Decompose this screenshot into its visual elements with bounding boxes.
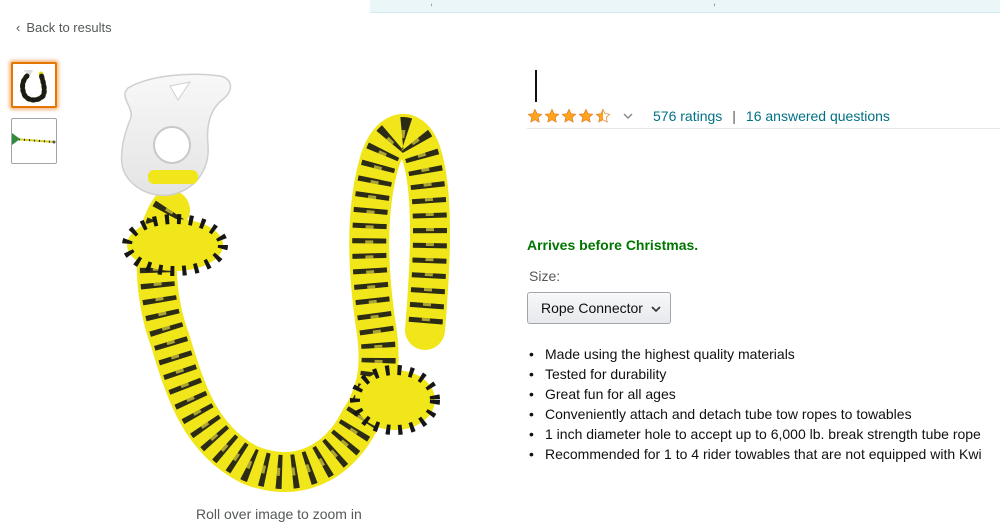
delivery-note: Arrives before Christmas. <box>527 237 699 253</box>
chevron-down-icon[interactable] <box>623 111 633 121</box>
rope-connector-thumbnail-image <box>20 70 47 103</box>
main-product-image[interactable] <box>110 70 460 500</box>
feature-bullets: Made using the highest quality materials… <box>527 344 1000 464</box>
answered-questions-link[interactable]: 16 answered questions <box>746 108 890 124</box>
feature-bullet: Tested for durability <box>527 364 1000 384</box>
back-to-results-label: Back to results <box>26 20 112 35</box>
thumbnail-rope-connector[interactable] <box>11 62 57 108</box>
star-half-icon <box>595 108 611 123</box>
ratings-count-link[interactable]: 576 ratings <box>653 108 722 124</box>
tow-rope-thumbnail-image <box>12 133 56 145</box>
chevron-down-icon <box>651 306 661 313</box>
separator: | <box>732 108 736 124</box>
zoom-hint-text: Roll over image to zoom in <box>196 506 362 522</box>
star-rating[interactable] <box>527 108 611 124</box>
top-notification-banner: , , <box>370 0 1000 13</box>
back-to-results-link[interactable]: ‹ Back to results <box>16 20 112 35</box>
text-cursor <box>535 70 537 102</box>
feature-bullet: Recommended for 1 to 4 rider towables th… <box>527 444 1000 464</box>
divider <box>527 128 1000 129</box>
feature-bullet: Great fun for all ages <box>527 384 1000 404</box>
feature-bullet: 1 inch diameter hole to accept up to 6,0… <box>527 424 1000 444</box>
rating-row: 576 ratings | 16 answered questions <box>527 108 890 124</box>
star-full-icon <box>544 108 560 123</box>
rope-connector-image <box>120 73 450 493</box>
star-full-icon <box>527 108 543 123</box>
size-selected-value: Rope Connector <box>541 300 643 316</box>
size-label: Size: <box>529 268 561 284</box>
size-dropdown[interactable]: Rope Connector <box>527 292 671 324</box>
thumbnail-tow-rope[interactable] <box>11 118 57 164</box>
feature-bullet: Conveniently attach and detach tube tow … <box>527 404 1000 424</box>
star-full-icon <box>561 108 577 123</box>
chevron-left-icon: ‹ <box>16 20 21 35</box>
feature-bullet: Made using the highest quality materials <box>527 344 1000 364</box>
star-full-icon <box>578 108 594 123</box>
